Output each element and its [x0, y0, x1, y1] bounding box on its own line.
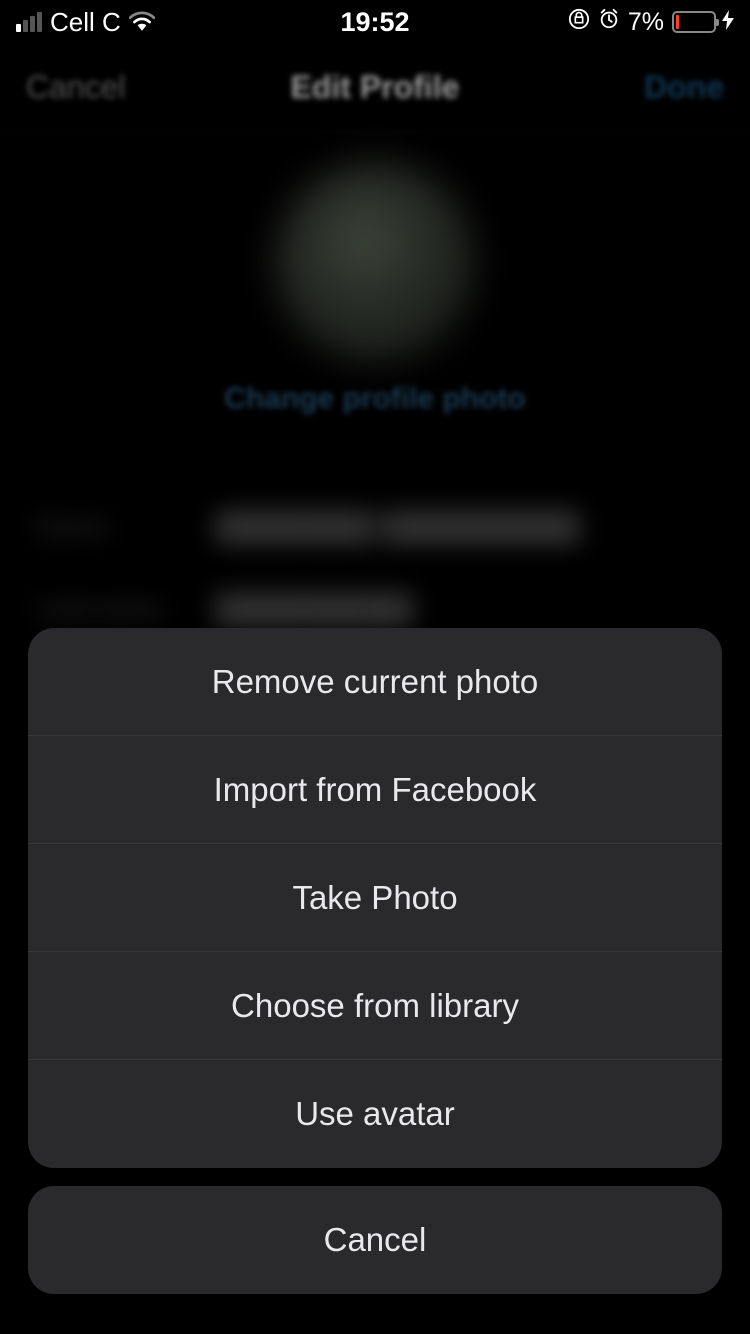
page-title: Edit Profile	[291, 69, 460, 106]
nav-bar: Cancel Edit Profile Done	[0, 44, 750, 132]
action-take-photo[interactable]: Take Photo	[28, 844, 722, 952]
status-time: 19:52	[340, 7, 409, 38]
action-remove-photo[interactable]: Remove current photo	[28, 628, 722, 736]
battery-icon	[672, 11, 716, 33]
status-bar: Cell C 19:52 7%	[0, 0, 750, 44]
action-choose-library[interactable]: Choose from library	[28, 952, 722, 1060]
profile-photo-section: Change profile photo	[0, 132, 750, 456]
status-right: 7%	[568, 8, 734, 37]
nav-cancel-button[interactable]: Cancel	[26, 69, 126, 106]
nav-done-button[interactable]: Done	[644, 69, 724, 106]
wifi-icon	[129, 7, 155, 38]
signal-icon	[16, 12, 42, 32]
action-sheet: Remove current photo Import from Faceboo…	[0, 628, 750, 1334]
carrier-label: Cell C	[50, 7, 121, 38]
status-left: Cell C	[16, 7, 155, 38]
action-use-avatar[interactable]: Use avatar	[28, 1060, 722, 1168]
form-row: Name ████████ ██████████	[35, 486, 715, 568]
charging-icon	[722, 10, 734, 35]
action-import-facebook[interactable]: Import from Facebook	[28, 736, 722, 844]
alarm-icon	[598, 8, 620, 37]
change-photo-link[interactable]: Change profile photo	[224, 382, 526, 416]
rotation-lock-icon	[568, 8, 590, 37]
action-sheet-cancel[interactable]: Cancel	[28, 1186, 722, 1294]
battery-percent: 7%	[628, 8, 664, 37]
avatar[interactable]	[275, 162, 475, 362]
